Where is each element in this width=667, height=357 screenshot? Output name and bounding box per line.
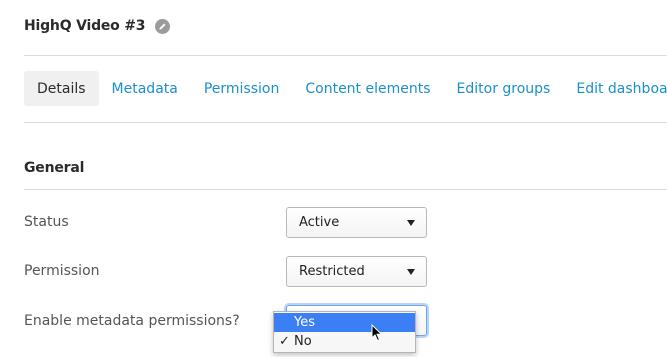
chevron-down-icon (407, 220, 415, 226)
pencil-glyph (159, 23, 166, 30)
tab-bar: Details Metadata Permission Content elem… (24, 71, 667, 106)
metadata-permissions-dropdown: Yes ✓ No (273, 311, 416, 353)
permission-label: Permission (24, 263, 100, 279)
section-divider (24, 189, 667, 190)
tab-details[interactable]: Details (24, 71, 99, 106)
permission-select-value: Restricted (299, 264, 365, 279)
tab-edit-dashboard[interactable]: Edit dashboard (563, 71, 667, 106)
status-label: Status (24, 214, 69, 230)
chevron-down-icon (407, 269, 415, 275)
option-no-label: No (294, 334, 312, 349)
checkmark-icon: ✓ (279, 334, 290, 349)
header-divider (24, 55, 667, 56)
page-header: HighQ Video #3 (24, 15, 171, 37)
pencil-icon[interactable] (155, 18, 171, 34)
section-title: General (24, 160, 85, 176)
status-select-value: Active (299, 215, 340, 230)
tab-content-elements[interactable]: Content elements (292, 71, 443, 106)
tab-editor-groups[interactable]: Editor groups (444, 71, 564, 106)
option-yes-label: Yes (294, 315, 315, 330)
mouse-pointer-icon (371, 324, 383, 342)
tabs-divider (24, 122, 667, 123)
option-no[interactable]: ✓ No (274, 332, 415, 351)
page-title: HighQ Video #3 (24, 18, 146, 34)
option-yes[interactable]: Yes (274, 313, 415, 332)
metadata-permissions-label: Enable metadata permissions? (24, 313, 240, 329)
tab-metadata[interactable]: Metadata (99, 71, 191, 106)
tab-permission[interactable]: Permission (191, 71, 293, 106)
permission-select[interactable]: Restricted (286, 256, 427, 287)
status-select[interactable]: Active (286, 207, 427, 238)
